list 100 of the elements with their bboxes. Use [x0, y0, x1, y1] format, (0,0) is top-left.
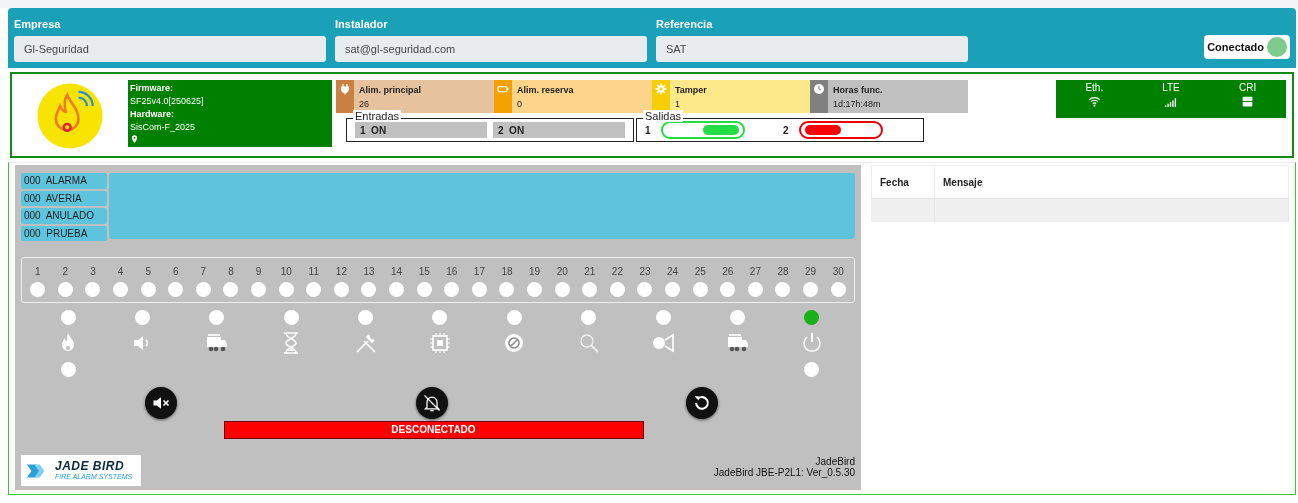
- zone-number: 8: [228, 266, 234, 277]
- zone-led: [637, 282, 653, 297]
- zone-led: [30, 282, 46, 297]
- zone-number: 12: [335, 266, 347, 277]
- zone-led: [554, 282, 570, 297]
- comm-label: CRI: [1239, 82, 1257, 93]
- zone-led: [333, 282, 349, 297]
- zone-led: [527, 282, 543, 297]
- mute-button[interactable]: [145, 387, 177, 419]
- flame-logo-icon: [36, 82, 104, 150]
- reset-icon: [692, 393, 712, 413]
- event-counter: 000 AVERIA: [21, 190, 107, 206]
- zone-led: [582, 282, 598, 297]
- text-field[interactable]: Gl-Seguridad: [14, 36, 326, 62]
- zone-led: [168, 282, 184, 297]
- zone-number: 26: [722, 266, 734, 277]
- zone-number: 10: [280, 266, 292, 277]
- column-header: Fecha: [871, 165, 935, 199]
- output-number: 1: [645, 124, 651, 136]
- zone-led: [223, 282, 239, 297]
- output-toggle[interactable]: [660, 121, 745, 139]
- tile-label: Horas func.: [833, 84, 884, 97]
- tile-value: 26: [359, 98, 370, 111]
- column-header: Mensaje: [934, 165, 1289, 199]
- field-label: Referencia: [656, 18, 714, 32]
- zone-number: 16: [446, 266, 458, 277]
- zone-led: [609, 282, 625, 297]
- clock-icon: [813, 83, 825, 95]
- zone-number: 23: [639, 266, 651, 277]
- zone-number: 15: [418, 266, 430, 277]
- zone-led: [665, 282, 681, 297]
- tile-label: Alim. principal: [359, 84, 422, 97]
- field-label: Instalador: [335, 18, 389, 32]
- zone-led: [499, 282, 515, 297]
- zone-led: [278, 282, 294, 297]
- zone-led: [775, 282, 791, 297]
- gear-icon: [655, 83, 667, 95]
- zone-number: 9: [255, 266, 262, 277]
- event-counter: 000 ANULADO: [21, 208, 107, 224]
- tile-label: Tamper: [675, 84, 708, 97]
- zone-number: 13: [363, 266, 375, 277]
- text-field[interactable]: sat@gl-seguridad.com: [335, 36, 647, 62]
- zone-led: [195, 282, 211, 297]
- bell-off-icon: [421, 393, 442, 413]
- zone-number: 18: [501, 266, 513, 277]
- comm-label: Eth.: [1085, 82, 1104, 93]
- server-icon: [1241, 95, 1255, 108]
- text-field[interactable]: SAT: [656, 36, 968, 62]
- zone-number: 29: [805, 266, 817, 277]
- input-status: 1 ON: [355, 122, 487, 138]
- zone-number: 17: [473, 266, 485, 277]
- hardware-version: SisCom-F_2025: [130, 121, 197, 134]
- reset-button[interactable]: [686, 387, 718, 419]
- zone-led: [251, 282, 267, 297]
- zone-number: 4: [117, 266, 124, 277]
- zone-led: [416, 282, 432, 297]
- plug-icon: [339, 83, 351, 95]
- zone-number: 28: [777, 266, 789, 277]
- zone-number: 27: [749, 266, 761, 277]
- wifi-icon: [1087, 95, 1101, 108]
- zone-led: [692, 282, 708, 297]
- version-text: JadeBird: [815, 456, 855, 467]
- zone-number: 25: [694, 266, 706, 277]
- output-toggle[interactable]: [798, 121, 883, 139]
- tile-label: Alim. reserva: [517, 84, 575, 97]
- status-banner: DESCONECTADO: [223, 421, 644, 439]
- zone-number: 5: [145, 266, 151, 277]
- input-status: 2 ON: [493, 122, 625, 138]
- group-title: Salidas: [643, 110, 684, 122]
- zone-led: [113, 282, 129, 297]
- zone-led: [140, 282, 156, 297]
- zone-led: [444, 282, 460, 297]
- zone-led: [306, 282, 322, 297]
- signal-bars-icon: [1164, 95, 1178, 108]
- brand-name: JADE BIRD: [55, 460, 126, 473]
- zone-led: [830, 282, 846, 297]
- firmware-version: SF25v4.0[250625]: [130, 95, 205, 108]
- tile-value: 1: [675, 98, 681, 111]
- zone-led: [57, 282, 73, 297]
- zone-number: 24: [667, 266, 679, 277]
- zone-number: 19: [529, 266, 541, 277]
- zone-led: [471, 282, 487, 297]
- hardware-label: Hardware:: [130, 108, 175, 121]
- zone-number: 21: [584, 266, 596, 277]
- zone-number: 7: [200, 266, 207, 277]
- output-number: 2: [783, 124, 789, 136]
- zone-led: [803, 282, 819, 297]
- zone-led: [747, 282, 763, 297]
- zone-number: 30: [832, 266, 844, 277]
- field-label: Empresa: [14, 18, 62, 32]
- zone-number: 11: [308, 266, 319, 277]
- tile-value: 0: [517, 98, 523, 111]
- silence-button[interactable]: [415, 387, 448, 419]
- zone-led: [361, 282, 377, 297]
- battery-icon: [497, 83, 509, 95]
- zone-led: [720, 282, 736, 297]
- zone-number: 2: [62, 266, 69, 277]
- comm-label: LTE: [1162, 82, 1180, 93]
- zone-number: 6: [173, 266, 179, 277]
- zone-number: 1: [35, 266, 41, 277]
